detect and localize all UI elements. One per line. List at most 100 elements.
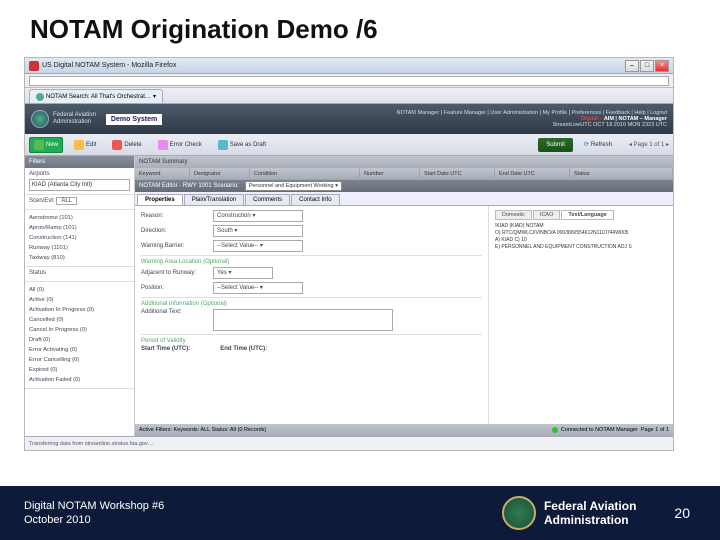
link-my-profile[interactable]: My Profile — [543, 110, 567, 116]
status-page: Page 1 of 1 — [641, 427, 669, 433]
tree-item[interactable]: Activation Failed (0) — [29, 375, 130, 385]
tab-properties[interactable]: Properties — [137, 194, 183, 205]
tree-item[interactable]: Apron/Ramp (101) — [29, 223, 130, 233]
tree-item[interactable]: Activation In Progress (0) — [29, 305, 130, 315]
connection-status-icon — [552, 427, 558, 433]
tree-item[interactable]: Active (0) — [29, 295, 130, 305]
form-right: Domestic ICAO Text/Language !KIAD (KIAD)… — [488, 206, 673, 424]
tree-item[interactable]: Cancelled (0) — [29, 315, 130, 325]
tree-item[interactable]: Runway (1101) — [29, 243, 130, 253]
url-bar-row — [25, 74, 673, 88]
tree-item[interactable]: Expired (0) — [29, 365, 130, 375]
demo-system-badge: Demo System — [106, 114, 162, 125]
dropdown-icon[interactable]: ▾ — [153, 93, 156, 100]
direction-select[interactable]: South ▾ — [213, 225, 303, 237]
faa-seal-icon — [31, 110, 49, 128]
position-select[interactable]: --Select Value-- ▾ — [213, 282, 303, 294]
edit-button[interactable]: Edit — [69, 137, 101, 153]
col-number[interactable]: Number — [360, 168, 420, 179]
pencil-icon — [74, 140, 84, 150]
warning-barrier-select[interactable]: --Select Value-- ▾ — [213, 240, 303, 252]
slide-title: NOTAM Origination Demo /6 — [0, 0, 720, 57]
reason-select[interactable]: Construction ▾ — [213, 210, 303, 222]
close-button[interactable]: × — [655, 60, 669, 72]
slide-footer: Digital NOTAM Workshop #6 October 2010 F… — [0, 486, 720, 540]
tree-item[interactable]: Error Cancelling (0) — [29, 355, 130, 365]
link-feature-manager[interactable]: Feature Manager — [444, 110, 486, 116]
direction-label: Direction: — [141, 228, 209, 234]
browser-tab-notam[interactable]: NOTAM Search: All That's Orchestrat… ▾ — [29, 89, 163, 103]
app-header: Federal AviationAdministration Demo Syst… — [25, 104, 673, 134]
filter-status-row: Active Filters: Keywords: ALL Status: Al… — [135, 424, 673, 436]
tab-contact-info[interactable]: Contact Info — [291, 194, 339, 205]
sidebar: Filters Airports KIAD (Atlanta City Intl… — [25, 156, 135, 436]
link-user-admin[interactable]: User Administration — [490, 110, 538, 116]
scenario-title: NOTAM Editor - RWY 1001 Scenario: — [139, 183, 239, 189]
tab-label: NOTAM Search: All That's Orchestrat… — [46, 94, 151, 100]
col-start[interactable]: Start Date UTC — [420, 168, 495, 179]
form-left: Reason:Construction ▾ Direction:South ▾ … — [135, 206, 488, 424]
scenario-tree: Aerodrome (101) Apron/Ramp (101) Constru… — [25, 210, 134, 267]
tree-item[interactable]: Taxiway (810) — [29, 253, 130, 263]
next-page-icon[interactable]: ▸ — [666, 142, 669, 148]
new-button[interactable]: New — [29, 137, 63, 153]
window-title: US Digital NOTAM System - Mozilla Firefo… — [42, 62, 176, 69]
tree-item[interactable]: Cancel In Progress (0) — [29, 325, 130, 335]
admin-label: Federal AviationAdministration — [53, 112, 96, 126]
adjacent-rwy-select[interactable]: Yes ▾ — [213, 267, 273, 279]
link-notam-manager[interactable]: NOTAM Manager — [397, 110, 440, 116]
additional-info-header: Additional Information (Optional) — [141, 297, 482, 307]
warning-area-header: Warning Area Location (Optional) — [141, 255, 482, 265]
filters-header: Filters — [25, 156, 134, 168]
col-status[interactable]: Status — [570, 168, 673, 179]
notam-preview: !KIAD (KIAD) NOTAM O) RTC/QMWLC/IV/NBO/A… — [495, 223, 667, 251]
prev-page-icon[interactable]: ◂ — [629, 142, 632, 148]
maximize-button[interactable]: □ — [640, 60, 654, 72]
tree-item[interactable]: Aerodrome (101) — [29, 213, 130, 223]
mini-tab-icao[interactable]: ICAO — [533, 210, 560, 220]
save-icon — [218, 140, 228, 150]
minimize-button[interactable]: – — [625, 60, 639, 72]
scenario-select[interactable]: Personnel and Equipment Working ▾ — [245, 181, 342, 191]
tree-item[interactable]: Error Activating (0) — [29, 345, 130, 355]
mini-tab-text-language[interactable]: Text/Language — [561, 210, 613, 220]
additional-text-input[interactable] — [213, 309, 393, 331]
delete-button[interactable]: Delete — [107, 137, 146, 153]
save-draft-button[interactable]: Save as Draft — [213, 137, 271, 153]
airports-select[interactable]: KIAD (Atlanta City Intl) — [29, 179, 130, 191]
tree-item[interactable]: All (0) — [29, 285, 130, 295]
additional-text-label: Additional Text: — [141, 309, 209, 315]
toolbar: New Edit Delete Error Check Save as Draf… — [25, 134, 673, 156]
reason-label: Reason: — [141, 213, 209, 219]
browser-tabs: NOTAM Search: All That's Orchestrat… ▾ — [25, 88, 673, 104]
tab-comments[interactable]: Comments — [245, 194, 290, 205]
col-keyword[interactable]: Keyword — [135, 168, 190, 179]
tree-item[interactable]: Draft (0) — [29, 335, 130, 345]
col-designator[interactable]: Designator — [190, 168, 250, 179]
pager-label: ◂ Page 1 of 1 ▸ — [629, 141, 669, 148]
scenario-value[interactable]: ALL — [56, 197, 77, 205]
tab-plain-translation[interactable]: Plain/Translation — [184, 194, 244, 205]
scenario-bar: NOTAM Editor - RWY 1001 Scenario: Person… — [135, 180, 673, 192]
error-check-button[interactable]: Error Check — [153, 137, 207, 153]
warning-barrier-label: Warning Barrier: — [141, 243, 209, 249]
faa-seal-icon — [502, 496, 536, 530]
firefox-icon — [29, 61, 39, 71]
refresh-button[interactable]: ⟳Refresh — [579, 137, 617, 153]
scenario-label: Scen/Evt: — [29, 198, 55, 204]
mini-tab-domestic[interactable]: Domestic — [495, 210, 532, 220]
tree-item[interactable]: Construction (141) — [29, 233, 130, 243]
url-input[interactable] — [29, 76, 669, 86]
app-window: US Digital NOTAM System - Mozilla Firefo… — [24, 57, 674, 451]
col-condition[interactable]: Condition — [250, 168, 360, 179]
col-end[interactable]: End Date UTC — [495, 168, 570, 179]
globe-icon — [36, 93, 44, 101]
trash-icon — [112, 140, 122, 150]
adjacent-rwy-label: Adjacent to Runway: — [141, 270, 209, 276]
plus-icon — [34, 140, 44, 150]
summary-columns: Keyword Designator Condition Number Star… — [135, 168, 673, 180]
submit-button[interactable]: Submit — [538, 138, 573, 152]
faa-text: Federal AviationAdministration — [544, 499, 636, 527]
start-time-label: Start Time (UTC): — [141, 346, 190, 352]
end-time-label: End Time (UTC): — [220, 346, 267, 352]
